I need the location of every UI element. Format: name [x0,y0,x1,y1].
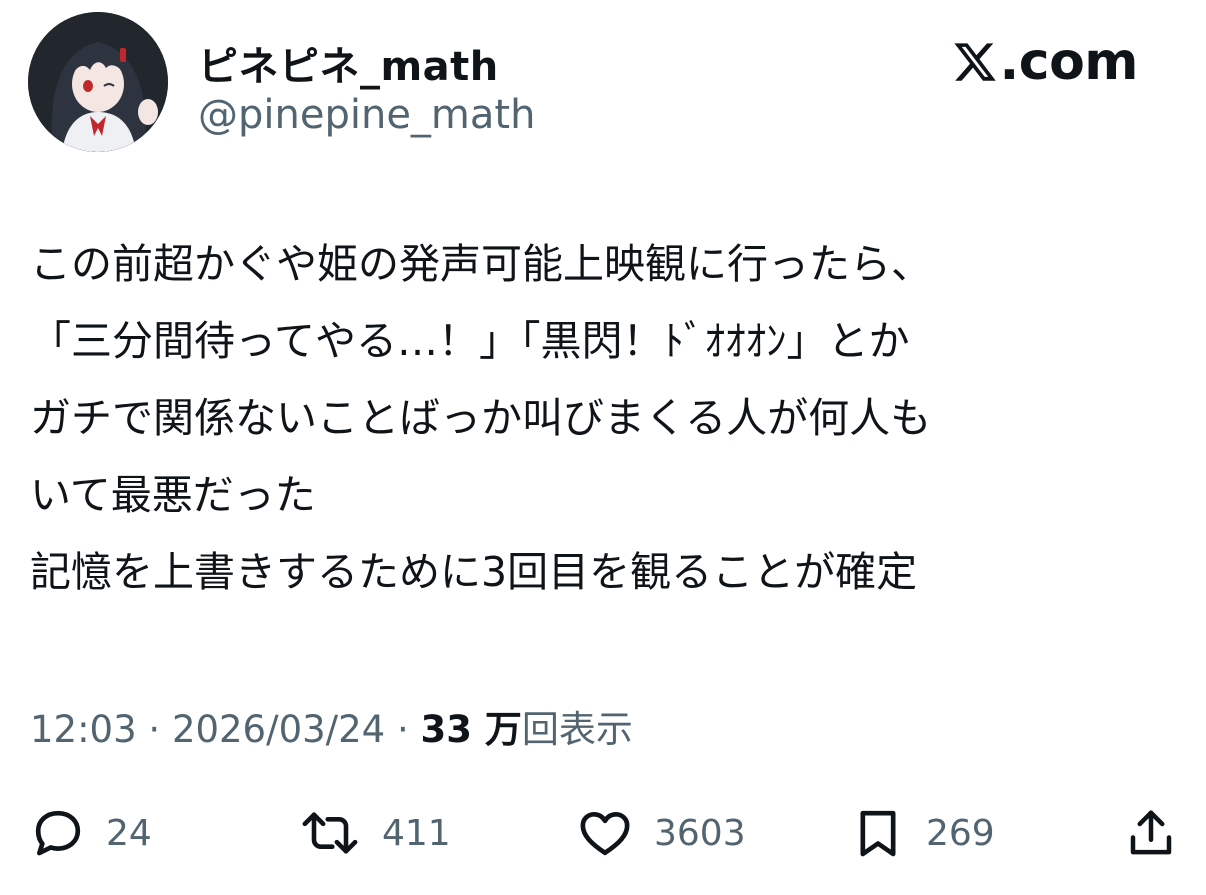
tweet-line: 記憶を上書きするために3回目を観ることが確定 [30,548,918,596]
share-icon [1124,805,1178,861]
reply-count: 24 [106,812,152,854]
meta-separator: · [396,708,409,751]
repost-button[interactable]: 411 [298,798,451,868]
like-button[interactable]: 3603 [576,798,746,868]
heart-icon [576,805,634,861]
reply-button[interactable]: 24 [30,798,152,868]
repost-count: 411 [382,812,451,854]
bookmark-button[interactable]: 269 [850,798,995,868]
author-display-name[interactable]: ピネピネ_math [198,34,499,92]
brand-text: .com [999,32,1139,92]
tweet-line: ガチで関係ないことばっか叫びまくる人が何人も [30,394,932,442]
bookmark-count: 269 [926,812,995,854]
brand-logo: .com [952,32,1139,92]
tweet-date[interactable]: 2026/03/24 [172,708,385,751]
like-count: 3603 [654,812,746,854]
bookmark-icon [850,805,906,861]
meta-separator: · [148,708,161,751]
avatar-illustration [28,12,168,152]
views-count: 33 万 [420,708,522,751]
tweet-line: 「三分間待ってやる…！」「黒閃！ﾄﾞｵｵｵﾝ」とか [30,317,910,365]
tweet-time[interactable]: 12:03 [30,708,137,751]
author-handle[interactable]: @pinepine_math [198,92,535,138]
tweet-body: この前超かぐや姫の発声可能上映観に行ったら、 「三分間待ってやる…！」「黒閃！ﾄ… [30,226,1170,611]
views-label: 回表示 [521,708,633,751]
repost-icon [298,805,362,861]
tweet-line: この前超かぐや姫の発声可能上映観に行ったら、 [30,240,932,288]
avatar[interactable] [28,12,168,152]
action-bar: 24 411 3603 269 [30,798,1180,868]
tweet-header: ピネピネ_math @pinepine_math .com [28,12,1178,162]
share-button[interactable] [1124,798,1178,868]
x-logo-icon [952,39,998,85]
tweet-meta: 12:03 · 2026/03/24 · 33 万回表示 [30,700,633,760]
reply-icon [30,805,86,861]
tweet-line: いて最悪だった [30,471,316,519]
